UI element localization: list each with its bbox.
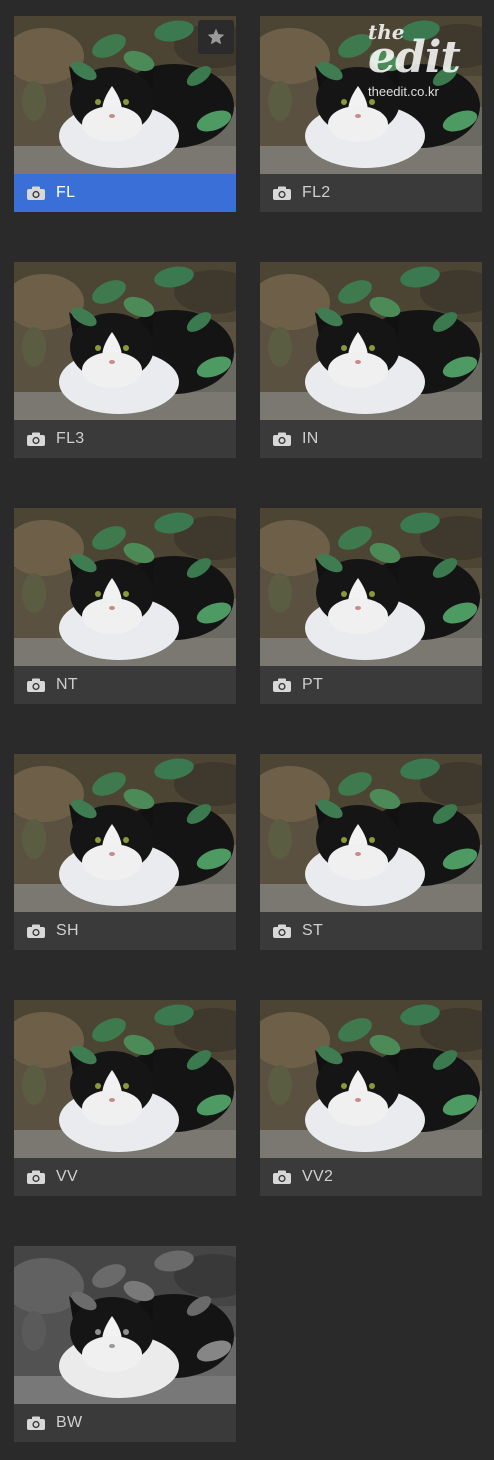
camera-icon (272, 677, 292, 693)
preset-thumbnail (260, 262, 482, 420)
preset-caption: VV (14, 1158, 236, 1196)
preset-label: BW (56, 1414, 83, 1431)
preset-label: PT (302, 676, 324, 693)
star-icon (207, 28, 225, 45)
preset-thumbnail (260, 1000, 482, 1158)
preset-tile-st[interactable]: ST (260, 754, 482, 950)
preset-label: NT (56, 676, 78, 693)
preset-caption: IN (260, 420, 482, 458)
preset-caption: FL (14, 174, 236, 212)
preset-tile-in[interactable]: IN (260, 262, 482, 458)
preset-label: FL2 (302, 184, 331, 201)
preset-tile-vv2[interactable]: VV2 (260, 1000, 482, 1196)
preset-grid: FL FL2 FL3 IN NT PT SH ST VV VV2 BW (0, 0, 494, 1460)
preset-tile-fl3[interactable]: FL3 (14, 262, 236, 458)
preset-thumbnail (14, 262, 236, 420)
camera-icon (26, 1415, 46, 1431)
camera-icon (26, 431, 46, 447)
preset-thumbnail (14, 754, 236, 912)
watermark-edit: edit (368, 32, 461, 83)
preset-tile-vv[interactable]: VV (14, 1000, 236, 1196)
preset-thumbnail (260, 754, 482, 912)
preset-tile-bw[interactable]: BW (14, 1246, 236, 1442)
camera-icon (272, 185, 292, 201)
camera-icon (272, 431, 292, 447)
preset-tile-fl[interactable]: FL (14, 16, 236, 212)
camera-icon (26, 677, 46, 693)
watermark-logo: the edit theedit.co.kr (360, 18, 480, 108)
preset-label: IN (302, 430, 319, 447)
preset-thumbnail (260, 508, 482, 666)
preset-caption: VV2 (260, 1158, 482, 1196)
preset-label: FL3 (56, 430, 85, 447)
preset-caption: ST (260, 912, 482, 950)
preset-label: FL (56, 184, 76, 201)
camera-icon (272, 923, 292, 939)
preset-label: ST (302, 922, 324, 939)
preset-label: SH (56, 922, 79, 939)
preset-label: VV (56, 1168, 78, 1185)
preset-caption: SH (14, 912, 236, 950)
preset-tile-sh[interactable]: SH (14, 754, 236, 950)
camera-icon (26, 923, 46, 939)
camera-icon (272, 1169, 292, 1185)
watermark-url: theedit.co.kr (368, 84, 439, 99)
favorite-star-button[interactable] (198, 20, 234, 54)
preset-caption: NT (14, 666, 236, 704)
preset-caption: FL2 (260, 174, 482, 212)
preset-caption: FL3 (14, 420, 236, 458)
preset-tile-nt[interactable]: NT (14, 508, 236, 704)
camera-icon (26, 1169, 46, 1185)
preset-tile-pt[interactable]: PT (260, 508, 482, 704)
preset-thumbnail (14, 1000, 236, 1158)
camera-icon (26, 185, 46, 201)
preset-thumbnail (14, 508, 236, 666)
preset-thumbnail (14, 1246, 236, 1404)
preset-label: VV2 (302, 1168, 334, 1185)
preset-caption: BW (14, 1404, 236, 1442)
preset-caption: PT (260, 666, 482, 704)
